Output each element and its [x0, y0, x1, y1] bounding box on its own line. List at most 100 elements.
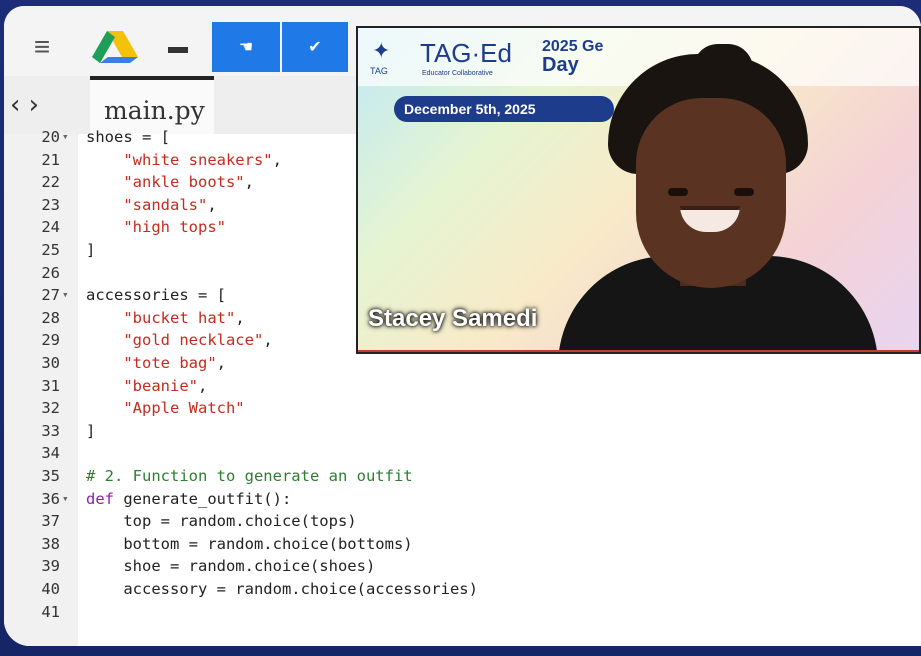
speaker-face	[636, 98, 786, 288]
code-line[interactable]: 37 top = random.choice(tops)	[4, 510, 921, 533]
code-line[interactable]: 41	[4, 601, 921, 624]
tab-label: main.py	[104, 96, 205, 125]
speaker-eye	[734, 188, 754, 196]
line-number: 32	[41, 399, 60, 418]
code-token: accessory = random.choice(accessories)	[86, 580, 478, 598]
fold-arrow-icon[interactable]: ▾	[62, 284, 69, 307]
code-line[interactable]: 36 ▾ def generate_outfit():	[4, 488, 921, 511]
code-token: generate_outfit():	[114, 489, 292, 508]
code-line[interactable]: 40 accessory = random.choice(accessories…	[4, 578, 921, 601]
hat-icon[interactable]: ▬	[150, 22, 206, 72]
hamburger-icon[interactable]: ≡	[12, 22, 72, 72]
code-token: "gold necklace"	[86, 331, 264, 350]
code-token: top = random.choice(tops)	[86, 512, 357, 531]
line-number: 38	[41, 534, 60, 553]
code-text: ]	[86, 239, 95, 262]
line-number: 41	[41, 602, 60, 621]
speaker-hair-bun	[693, 44, 753, 94]
line-number: 20	[41, 128, 60, 146]
code-token: ,	[235, 308, 245, 327]
code-line[interactable]: 35 # 2. Function to generate an outfit	[4, 465, 921, 488]
line-number: 31	[41, 376, 60, 395]
code-token: "tote bag"	[86, 354, 217, 372]
line-number: 29	[41, 331, 60, 350]
code-text: "tote bag",	[86, 352, 226, 375]
drive-icon[interactable]	[82, 22, 148, 72]
code-token: "high tops"	[86, 218, 226, 237]
code-line[interactable]: 33]	[4, 420, 921, 443]
line-number: 40	[41, 580, 60, 598]
video-overlay: ✦ TAG TAG·Ed Educator Collaborative 2025…	[356, 26, 921, 354]
code-token: "sandals"	[86, 195, 208, 214]
line-number: 39	[41, 557, 60, 576]
code-token: ,	[244, 173, 254, 192]
code-text: "gold necklace",	[86, 329, 273, 352]
code-token: ]	[86, 241, 96, 259]
code-token: shoe = random.choice(shoes)	[86, 557, 376, 576]
code-token: ,	[207, 195, 217, 214]
code-text: "bucket hat",	[86, 307, 245, 330]
drive-logo-icon	[92, 31, 138, 63]
line-number: 28	[41, 308, 60, 327]
code-text: bottom = random.choice(bottoms)	[86, 533, 413, 556]
code-text: "sandals",	[86, 194, 217, 217]
org-title: TAG·Ed	[420, 38, 512, 68]
check-icon[interactable]: ✔	[282, 22, 348, 72]
code-text: "high tops"	[86, 216, 226, 239]
speaker-name: Stacey Samedi	[368, 305, 538, 332]
hand-icon[interactable]: ☚	[212, 22, 280, 72]
code-token: "white sneakers"	[86, 150, 273, 169]
code-line[interactable]: 31 "beanie",	[4, 375, 921, 398]
code-token: "Apple Watch"	[86, 399, 245, 418]
code-text: accessories = [	[86, 284, 226, 307]
line-number: 33	[41, 421, 60, 440]
code-token: ,	[263, 331, 273, 350]
code-text: "Apple Watch"	[86, 397, 245, 420]
line-number: 24	[41, 218, 60, 237]
code-token: ,	[272, 150, 282, 169]
code-text: "white sneakers",	[86, 149, 282, 172]
code-token: ,	[216, 354, 226, 372]
code-line[interactable]: 39 shoe = random.choice(shoes)	[4, 555, 921, 578]
fold-arrow-icon[interactable]: ▾	[62, 488, 69, 511]
line-number: 36	[41, 489, 60, 508]
nav-arrows-icon[interactable]: ‹ ›	[10, 90, 39, 120]
code-line[interactable]: 30 "tote bag",	[4, 352, 921, 375]
code-text: "ankle boots",	[86, 171, 254, 194]
code-line[interactable]: 34	[4, 442, 921, 465]
code-text: shoes = [	[86, 126, 170, 149]
line-number: 35	[41, 467, 60, 485]
line-number: 21	[41, 150, 60, 169]
line-number: 26	[41, 263, 60, 282]
code-line[interactable]: 38 bottom = random.choice(bottoms)	[4, 533, 921, 556]
code-text: "beanie",	[86, 375, 207, 398]
line-number: 37	[41, 512, 60, 531]
code-text: ]	[86, 420, 95, 443]
speaker-eye	[668, 188, 688, 196]
code-token: ]	[86, 421, 96, 440]
code-line[interactable]: 32 "Apple Watch"	[4, 397, 921, 420]
name-underline	[358, 350, 919, 352]
speaker-video	[558, 44, 878, 352]
code-text: def generate_outfit():	[86, 488, 291, 511]
line-number: 27	[41, 286, 60, 305]
line-number: 23	[41, 195, 60, 214]
code-text: top = random.choice(tops)	[86, 510, 357, 533]
org-collab-label: Educator Collaborative	[422, 70, 493, 77]
code-token: accessories = [	[86, 286, 226, 305]
fold-arrow-icon[interactable]: ▾	[62, 126, 69, 149]
code-token: # 2. Function to generate an outfit	[86, 467, 413, 485]
org-small-label: TAG	[370, 66, 388, 76]
code-token: "beanie"	[86, 376, 198, 395]
code-token: def	[86, 489, 114, 508]
code-text: accessory = random.choice(accessories)	[86, 578, 478, 601]
code-text: shoe = random.choice(shoes)	[86, 555, 375, 578]
code-text: # 2. Function to generate an outfit	[86, 465, 413, 488]
line-number: 30	[41, 354, 60, 372]
line-number: 25	[41, 241, 60, 259]
code-token: bottom = random.choice(bottoms)	[86, 534, 413, 553]
code-token: ,	[197, 376, 208, 395]
code-token: shoes = [	[86, 128, 170, 146]
code-token: "bucket hat"	[86, 308, 236, 327]
line-number: 22	[41, 173, 60, 192]
